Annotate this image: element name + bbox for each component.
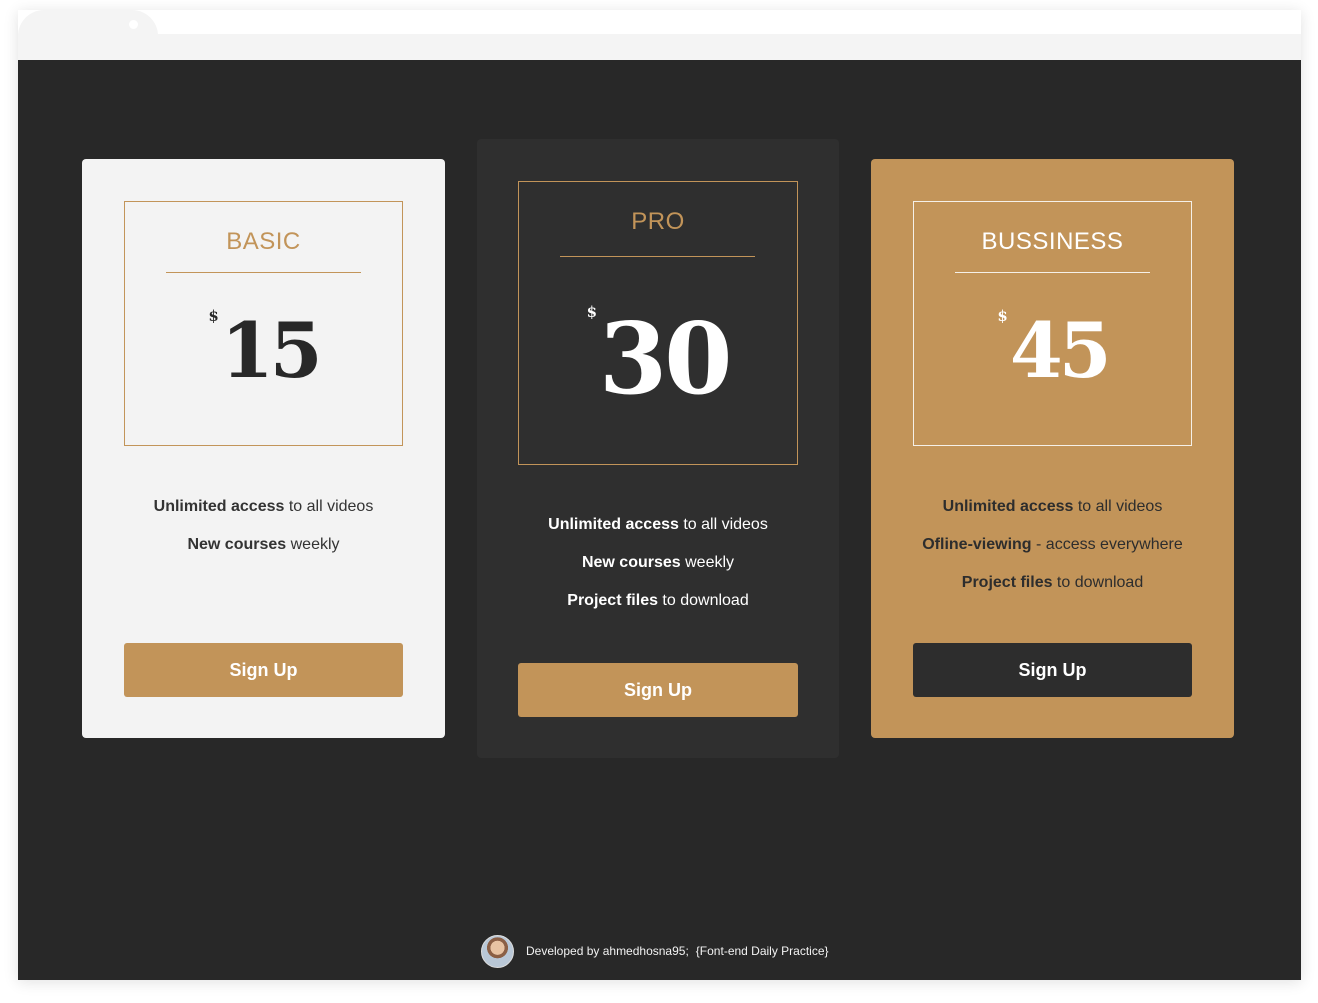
currency-symbol: $ (997, 307, 1008, 325)
plan-header-frame: PRO $30 (518, 181, 798, 465)
plan-card-pro: PRO $30 Unlimited access to all videos N… (477, 139, 839, 758)
feature-highlight: Unlimited access (153, 498, 285, 515)
feature-highlight: Unlimited access (548, 516, 679, 533)
plan-name: BASIC (226, 228, 301, 255)
feature-text: weekly (286, 536, 340, 553)
feature-item: New courses weekly (477, 553, 839, 591)
plan-price: $30 (519, 302, 797, 417)
feature-list: Unlimited access to all videos New cours… (477, 515, 839, 629)
feature-highlight: Project files (961, 574, 1053, 591)
plan-divider (955, 272, 1150, 273)
feature-item: Unlimited access to all videos (82, 497, 445, 535)
plan-name: PRO (631, 208, 685, 235)
price-amount: 45 (1009, 306, 1112, 395)
tab-dot-icon (129, 20, 138, 29)
browser-tab[interactable] (18, 10, 158, 60)
developer-credit: Developed by ahmedhosna95; {Font-end Dai… (481, 934, 829, 968)
tab-strip (18, 34, 1301, 60)
feature-text: to all videos (678, 516, 768, 533)
plan-price: $15 (125, 306, 402, 395)
feature-highlight: Project files (567, 592, 658, 609)
plan-divider (560, 256, 755, 257)
feature-text: - access everywhere (1031, 536, 1183, 553)
feature-item: New courses weekly (82, 535, 445, 573)
feature-item: Project files to download (477, 591, 839, 629)
feature-item: Unlimited access to all videos (477, 515, 839, 553)
feature-list: Unlimited access to all videos New cours… (82, 497, 445, 573)
plan-header-frame: BUSSINESS $45 (913, 201, 1192, 446)
currency-symbol: $ (586, 303, 598, 321)
pricing-page: BASIC $15 Unlimited access to all videos… (18, 60, 1301, 980)
feature-text: to all videos (1073, 498, 1163, 515)
currency-symbol: $ (208, 307, 219, 325)
price-amount: 30 (599, 302, 732, 417)
feature-highlight: New courses (581, 554, 681, 571)
feature-list: Unlimited access to all videos Ofline-vi… (871, 497, 1234, 611)
sign-up-button-basic[interactable]: Sign Up (124, 643, 403, 697)
browser-window: BASIC $15 Unlimited access to all videos… (18, 10, 1301, 980)
plan-name: BUSSINESS (981, 228, 1124, 255)
feature-item: Project files to download (871, 573, 1234, 611)
developer-name[interactable]: Developed by ahmedhosna95; (526, 944, 689, 958)
feature-text: to all videos (284, 498, 374, 515)
developer-avatar-icon[interactable] (481, 934, 514, 968)
sign-up-button-business[interactable]: Sign Up (913, 643, 1192, 697)
tab-bar (18, 10, 1301, 60)
footer-tagline: {Font-end Daily Practice} (695, 944, 829, 958)
sign-up-button-pro[interactable]: Sign Up (518, 663, 798, 717)
feature-text: weekly (680, 554, 735, 571)
feature-item: Ofline-viewing - access everywhere (871, 535, 1234, 573)
plan-card-business: BUSSINESS $45 Unlimited access to all vi… (871, 159, 1234, 738)
feature-highlight: Ofline-viewing (922, 536, 1032, 553)
price-amount: 15 (220, 306, 323, 395)
feature-highlight: New courses (187, 536, 287, 553)
feature-highlight: Unlimited access (942, 498, 1074, 515)
feature-text: to download (657, 592, 749, 609)
feature-text: to download (1052, 574, 1144, 591)
plan-divider (166, 272, 361, 273)
feature-item: Unlimited access to all videos (871, 497, 1234, 535)
plan-price: $45 (914, 306, 1191, 395)
plan-header-frame: BASIC $15 (124, 201, 403, 446)
plan-card-basic: BASIC $15 Unlimited access to all videos… (82, 159, 445, 738)
